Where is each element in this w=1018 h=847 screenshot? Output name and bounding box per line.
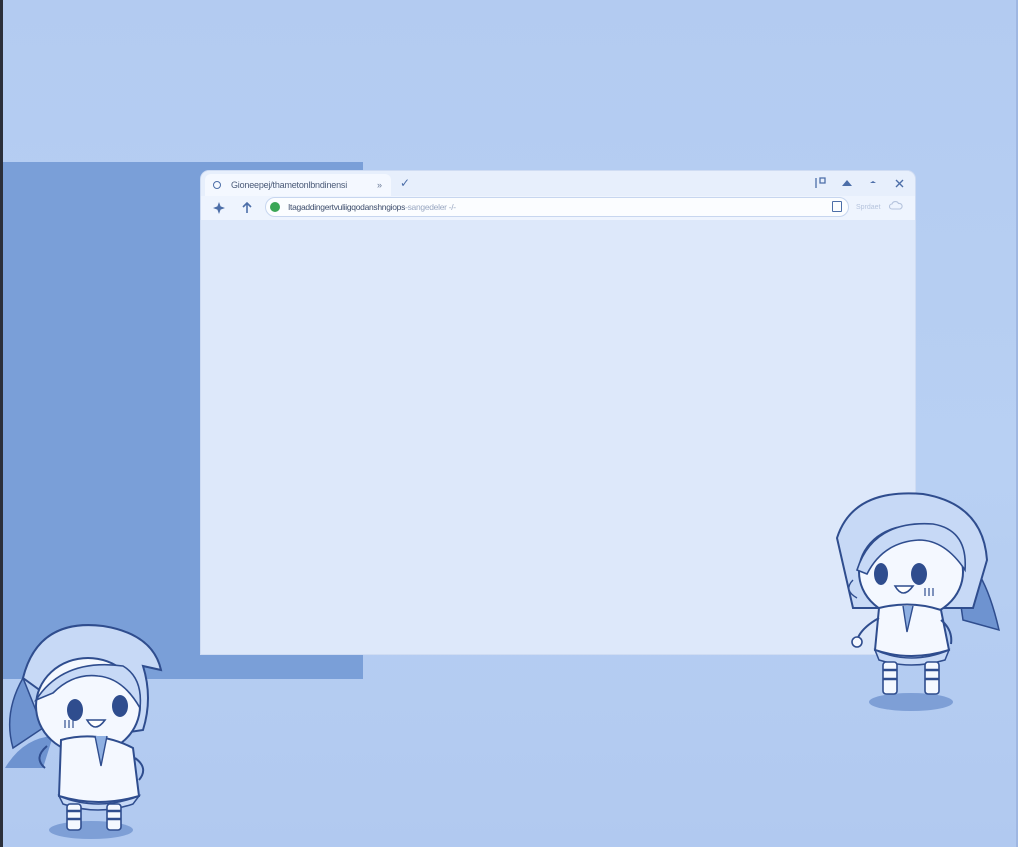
arrow-up-icon[interactable] <box>238 199 256 217</box>
pip-icon[interactable] <box>815 176 827 190</box>
sparkle-icon[interactable] <box>210 199 228 217</box>
close-icon[interactable] <box>893 176 905 190</box>
browser-window: Gioneepej/thametonlbndinensi » ✓ Itagadd… <box>201 171 915 654</box>
browser-titlebar: Gioneepej/thametonlbndinensi » ✓ <box>201 171 915 196</box>
tab-title: Gioneepej/thametonlbndinensi <box>231 180 347 190</box>
url-suffix: -sangedeler -/- <box>405 202 456 212</box>
caret-up-icon[interactable] <box>841 176 853 190</box>
chibi-character-left <box>5 624 163 839</box>
browser-toolbar: Itagaddingertvuliigqodanshngiops -sanged… <box>201 196 915 220</box>
browser-tab[interactable]: Gioneepej/thametonlbndinensi » <box>205 174 391 196</box>
tab-close-icon[interactable]: » <box>377 180 382 190</box>
page-content-area[interactable] <box>201 220 915 654</box>
chibi-character-right <box>835 492 1001 711</box>
secure-site-icon <box>270 202 280 212</box>
bookmark-icon[interactable] <box>832 201 842 212</box>
cloud-icon[interactable] <box>888 200 903 214</box>
tab-favicon-icon <box>213 181 221 189</box>
check-icon[interactable]: ✓ <box>400 176 410 190</box>
minimize-icon[interactable] <box>867 176 879 190</box>
window-controls <box>815 176 905 190</box>
address-bar[interactable]: Itagaddingertvuliigqodanshngiops -sanged… <box>265 197 849 217</box>
url-text: Itagaddingertvuliigqodanshngiops <box>288 202 406 212</box>
toolbar-label: Sprdaet <box>856 204 881 211</box>
